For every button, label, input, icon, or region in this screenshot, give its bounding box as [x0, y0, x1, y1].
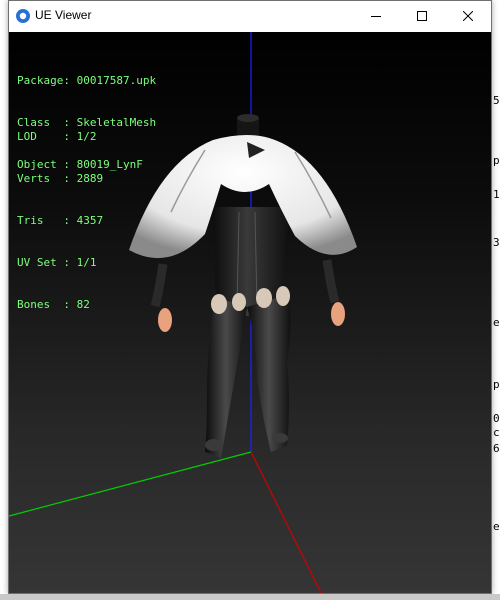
console-char: 5: [493, 94, 500, 107]
close-button[interactable]: [445, 1, 491, 31]
info-value: 2889: [76, 172, 104, 185]
console-char: p: [493, 154, 500, 167]
console-char: p: [493, 378, 500, 391]
info-value: 1/1: [76, 256, 97, 269]
info-value: 82: [76, 298, 90, 311]
console-char: 1: [493, 188, 500, 201]
maximize-icon: [417, 11, 427, 21]
console-char: e: [493, 520, 500, 533]
info-row: Bones : 82: [17, 298, 90, 311]
info-row: UV Set : 1/1: [17, 256, 97, 269]
info-value: 1/2: [76, 130, 97, 143]
app-icon: [16, 9, 30, 23]
info-key: LOD: [17, 130, 64, 143]
console-char: e: [493, 316, 500, 329]
title-bar[interactable]: UE Viewer: [9, 1, 491, 31]
window-title: UE Viewer: [35, 8, 92, 22]
info-value: 4357: [76, 214, 104, 227]
background-console-right: 5 p 1 3 e p 0 c 6 e: [491, 30, 500, 590]
info-key: Verts: [17, 172, 64, 185]
info-key: Tris: [17, 214, 64, 227]
ue-viewer-window: UE Viewer Package: 00017587.upk Class: …: [8, 0, 492, 594]
3d-viewport[interactable]: Package: 00017587.upk Class : SkeletalMe…: [9, 32, 491, 593]
console-char: c: [493, 426, 500, 439]
taskbar-edge: [0, 594, 500, 600]
info-row: Package: 00017587.upk: [17, 74, 157, 87]
maximize-button[interactable]: [399, 1, 445, 31]
console-char: 6: [493, 442, 500, 455]
info-row: LOD : 1/2: [17, 130, 97, 143]
minimize-icon: [371, 16, 381, 17]
info-row: Verts : 2889: [17, 172, 104, 185]
info-key: UV Set: [17, 256, 64, 269]
info-key: Package: [17, 74, 64, 87]
console-char: 0: [493, 412, 500, 425]
minimize-button[interactable]: [353, 1, 399, 31]
close-icon: [463, 11, 473, 21]
info-block-mesh: LOD : 1/2 Verts : 2889 Tris : 4357 UV Se…: [17, 102, 103, 340]
info-value: 00017587.upk: [76, 74, 157, 87]
info-key: Bones: [17, 298, 64, 311]
info-row: Tris : 4357: [17, 214, 104, 227]
console-char: 3: [493, 236, 500, 249]
